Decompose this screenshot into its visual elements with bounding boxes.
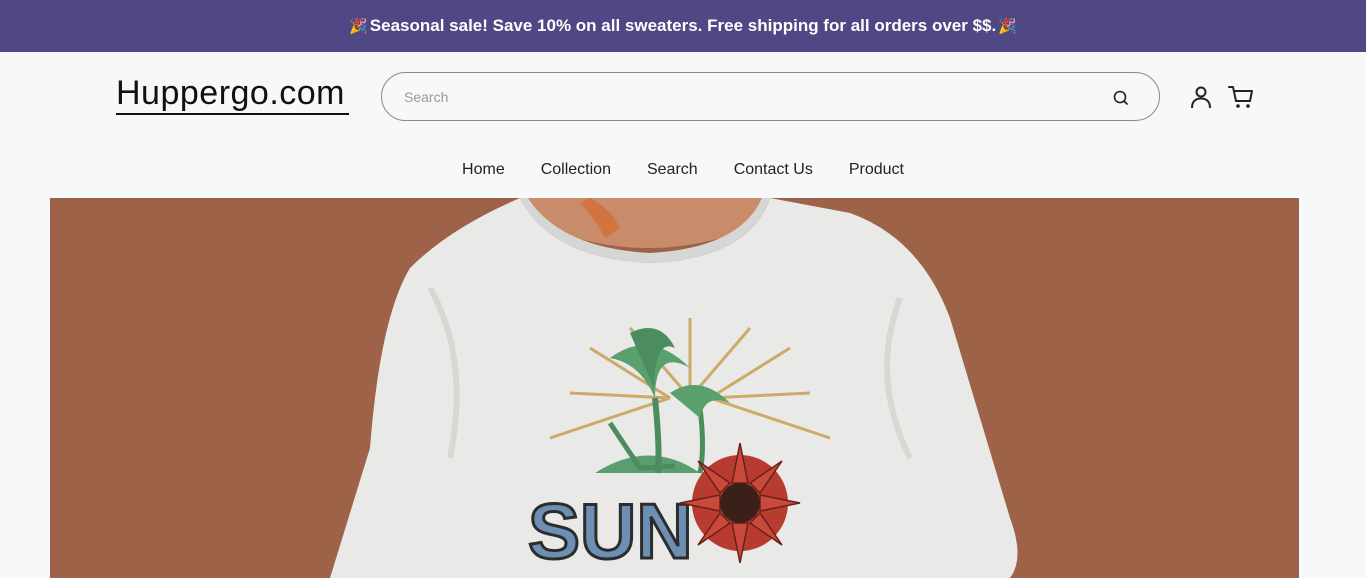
account-icon[interactable]	[1188, 84, 1214, 110]
logo-underline	[116, 113, 349, 115]
shirt-text: SUN	[528, 487, 693, 575]
announcement-text: Seasonal sale! Save 10% on all sweaters.…	[369, 16, 997, 35]
search-bar	[381, 72, 1160, 121]
nav-item-search[interactable]: Search	[629, 150, 716, 190]
nav-item-collection[interactable]: Collection	[523, 150, 629, 190]
cart-icon[interactable]	[1227, 84, 1255, 110]
hero-banner[interactable]: SUN	[50, 198, 1299, 578]
nav-item-product[interactable]: Product	[831, 150, 922, 190]
t-shirt-image: SUN	[330, 198, 1018, 578]
site-header: Huppergo.com	[0, 52, 1366, 144]
search-input[interactable]	[404, 85, 1084, 109]
search-icon[interactable]	[1111, 88, 1131, 108]
site-logo[interactable]: Huppergo.com	[116, 74, 345, 113]
party-popper-icon: 🎉	[998, 18, 1017, 35]
main-nav: Home Collection Search Contact Us Produc…	[0, 150, 1366, 190]
nav-item-contact-us[interactable]: Contact Us	[716, 150, 831, 190]
announcement-bar: 🎉 Seasonal sale! Save 10% on all sweater…	[0, 0, 1366, 52]
party-popper-icon: 🎉	[349, 18, 368, 35]
nav-item-home[interactable]: Home	[444, 150, 523, 190]
